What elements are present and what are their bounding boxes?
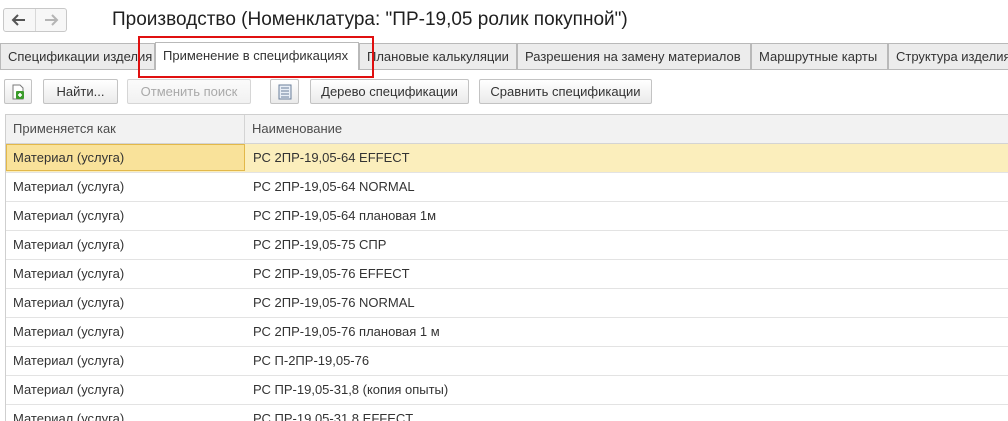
tab-route-cards[interactable]: Маршрутные карты bbox=[751, 43, 888, 69]
name-cell: РС 2ПР-19,05-76 плановая 1 м bbox=[253, 324, 440, 339]
forward-button[interactable] bbox=[34, 9, 67, 31]
name-cell: РС ПР-19,05-31,8 EFFECT bbox=[253, 411, 414, 421]
tab-material-replacement[interactable]: Разрешения на замену материалов bbox=[517, 43, 751, 69]
table-row[interactable]: Материал (услуга) РС 2ПР-19,05-64 NORMAL bbox=[6, 173, 1008, 202]
table-row[interactable]: Материал (услуга) РС 2ПР-19,05-76 планов… bbox=[6, 318, 1008, 347]
column-header-used-as[interactable]: Применяется как bbox=[6, 115, 245, 143]
open-document-button[interactable] bbox=[4, 79, 32, 104]
name-cell: РС 2ПР-19,05-64 плановая 1м bbox=[253, 208, 437, 223]
table-row[interactable]: Материал (услуга) РС 2ПР-19,05-75 СПР bbox=[6, 231, 1008, 260]
table-row[interactable]: Материал (услуга) РС П-2ПР-19,05-76 bbox=[6, 347, 1008, 376]
list-view-button[interactable] bbox=[270, 79, 299, 104]
name-cell: РС 2ПР-19,05-64 NORMAL bbox=[253, 179, 415, 194]
tab-planned-calculations[interactable]: Плановые калькуляции bbox=[359, 43, 517, 69]
name-cell: РС 2ПР-19,05-64 EFFECT bbox=[253, 150, 410, 165]
tab-specifications[interactable]: Спецификации изделия bbox=[0, 43, 155, 69]
usage-table: Применяется как Наименование Материал (у… bbox=[5, 114, 1008, 421]
table-row[interactable]: Материал (услуга) РС ПР-19,05-31,8 EFFEC… bbox=[6, 405, 1008, 421]
list-icon bbox=[278, 84, 291, 99]
arrow-left-icon bbox=[11, 14, 26, 26]
back-button[interactable] bbox=[4, 9, 35, 31]
compare-specifications-button[interactable]: Сравнить спецификации bbox=[479, 79, 652, 104]
table-row[interactable]: Материал (услуга) РС ПР-19,05-31,8 (копи… bbox=[6, 376, 1008, 405]
open-document-icon bbox=[12, 84, 24, 99]
used-as-cell: Материал (услуга) bbox=[13, 382, 125, 397]
specification-tree-button[interactable]: Дерево спецификации bbox=[310, 79, 469, 104]
column-header-name[interactable]: Наименование bbox=[245, 115, 1008, 143]
used-as-cell: Материал (услуга) bbox=[13, 324, 125, 339]
used-as-cell: Материал (услуга) bbox=[13, 353, 125, 368]
name-cell: РС 2ПР-19,05-75 СПР bbox=[253, 237, 387, 252]
table-body: Материал (услуга) РС 2ПР-19,05-64 EFFECT… bbox=[6, 144, 1008, 421]
used-as-cell: Материал (услуга) bbox=[13, 266, 125, 281]
used-as-cell: Материал (услуга) bbox=[13, 411, 125, 421]
used-as-cell: Материал (услуга) bbox=[13, 179, 125, 194]
table-row[interactable]: Материал (услуга) РС 2ПР-19,05-64 EFFECT bbox=[6, 144, 1008, 173]
name-cell: РС ПР-19,05-31,8 (копия опыты) bbox=[253, 382, 449, 397]
tab-usage-in-specifications[interactable]: Применение в спецификациях bbox=[155, 42, 359, 70]
navigation-buttons bbox=[3, 8, 67, 32]
table-header: Применяется как Наименование bbox=[6, 115, 1008, 144]
used-as-cell: Материал (услуга) bbox=[6, 144, 245, 171]
name-cell: РС 2ПР-19,05-76 NORMAL bbox=[253, 295, 415, 310]
table-row[interactable]: Материал (услуга) РС 2ПР-19,05-64 планов… bbox=[6, 202, 1008, 231]
tabs-divider bbox=[0, 69, 1008, 70]
page-title: Производство (Номенклатура: "ПР-19,05 ро… bbox=[112, 9, 628, 30]
name-cell: РС П-2ПР-19,05-76 bbox=[253, 353, 370, 368]
tab-product-structure[interactable]: Структура изделия bbox=[888, 43, 1008, 69]
find-button[interactable]: Найти... bbox=[43, 79, 118, 104]
used-as-cell: Материал (услуга) bbox=[13, 237, 125, 252]
used-as-cell: Материал (услуга) bbox=[13, 295, 125, 310]
table-row[interactable]: Материал (услуга) РС 2ПР-19,05-76 NORMAL bbox=[6, 289, 1008, 318]
used-as-cell: Материал (услуга) bbox=[13, 208, 125, 223]
arrow-right-icon bbox=[44, 14, 59, 26]
table-row[interactable]: Материал (услуга) РС 2ПР-19,05-76 EFFECT bbox=[6, 260, 1008, 289]
cancel-search-button[interactable]: Отменить поиск bbox=[127, 79, 251, 104]
name-cell: РС 2ПР-19,05-76 EFFECT bbox=[253, 266, 410, 281]
